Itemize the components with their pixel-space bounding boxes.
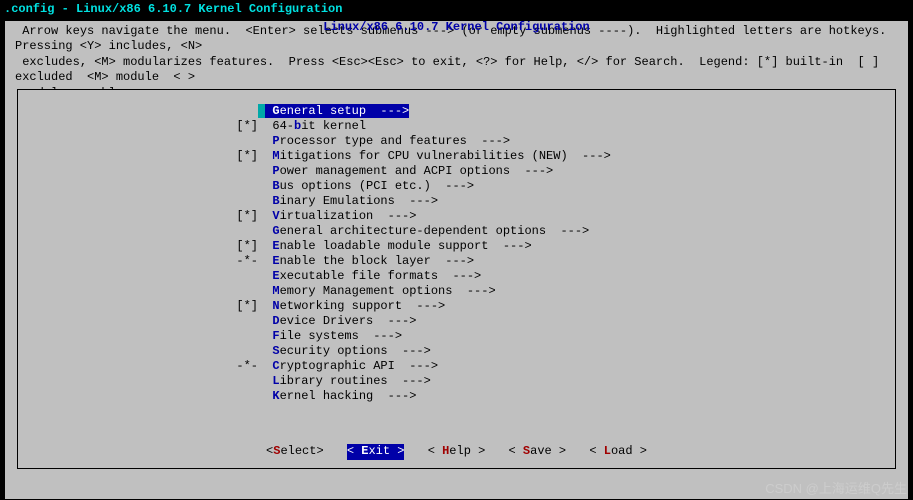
menu-item-prefix: [*] xyxy=(18,299,258,315)
menu-item-label: Cryptographic API ---> xyxy=(265,359,438,373)
menu-item-prefix xyxy=(18,389,258,405)
menu-item[interactable]: File systems ---> xyxy=(18,329,895,344)
menu-item[interactable]: Kernel hacking ---> xyxy=(18,389,895,404)
menu-item-label: Memory Management options ---> xyxy=(265,284,495,298)
menu-item-label: Executable file formats ---> xyxy=(265,269,481,283)
menu-item-hotkey: M xyxy=(272,284,279,298)
menu-item-hotkey: C xyxy=(272,359,279,373)
menu-item-prefix xyxy=(18,134,258,150)
menu-item-prefix: -*- xyxy=(18,254,258,270)
menu-item[interactable]: Power management and ACPI options ---> xyxy=(18,164,895,179)
menu-item-label: Device Drivers ---> xyxy=(265,314,416,328)
menu-item-label: Enable the block layer ---> xyxy=(265,254,474,268)
menu-list: General setup --->[*] 64-bit kernel Proc… xyxy=(18,90,895,404)
menu-item-label: General setup ---> xyxy=(265,104,409,118)
menu-item-label: 64-bit kernel xyxy=(265,119,366,133)
menu-item-hotkey: D xyxy=(272,314,279,328)
menu-item[interactable]: [*] 64-bit kernel xyxy=(18,119,895,134)
menu-item-hotkey: L xyxy=(272,374,279,388)
menu-item-prefix xyxy=(18,284,258,300)
menu-item-hotkey: E xyxy=(272,254,279,268)
menu-item-hotkey: K xyxy=(272,389,279,403)
menu-item-label: Virtualization ---> xyxy=(265,209,416,223)
menu-item-label: Bus options (PCI etc.) ---> xyxy=(265,179,474,193)
menu-item-prefix xyxy=(18,314,258,330)
menu-item-label: Enable loadable module support ---> xyxy=(265,239,531,253)
save-button[interactable]: < Save > xyxy=(509,444,567,460)
menu-item-prefix: [*] xyxy=(18,119,258,135)
menu-item-prefix xyxy=(18,344,258,360)
menu-item-label: Library routines ---> xyxy=(265,374,431,388)
menu-frame: General setup --->[*] 64-bit kernel Proc… xyxy=(17,89,896,469)
menu-item[interactable]: -*- Enable the block layer ---> xyxy=(18,254,895,269)
menu-item[interactable]: [*] Mitigations for CPU vulnerabilities … xyxy=(18,149,895,164)
menu-item[interactable]: Bus options (PCI etc.) ---> xyxy=(18,179,895,194)
menu-item-label: Processor type and features ---> xyxy=(265,134,510,148)
menu-item-prefix: [*] xyxy=(18,209,258,225)
menu-item[interactable]: [*] Enable loadable module support ---> xyxy=(18,239,895,254)
select-button[interactable]: <Select> xyxy=(266,444,324,460)
menu-item-hotkey: S xyxy=(272,344,279,358)
menu-item-hotkey: G xyxy=(272,224,279,238)
menu-item-label: General architecture-dependent options -… xyxy=(265,224,589,238)
menu-item-hotkey: E xyxy=(272,269,279,283)
menu-item-hotkey: E xyxy=(272,239,279,253)
menu-item[interactable]: Processor type and features ---> xyxy=(18,134,895,149)
menu-item[interactable]: [*] Virtualization ---> xyxy=(18,209,895,224)
menu-item-prefix xyxy=(18,329,258,345)
menu-item-hotkey: F xyxy=(272,329,279,343)
menu-item-prefix xyxy=(18,179,258,195)
menu-item-hotkey: P xyxy=(272,134,279,148)
exit-button[interactable]: < Exit > xyxy=(347,444,405,460)
menu-item-prefix xyxy=(18,374,258,390)
menu-item-label: Power management and ACPI options ---> xyxy=(265,164,553,178)
menu-item-hotkey: N xyxy=(272,299,279,313)
menu-item[interactable]: -*- Cryptographic API ---> xyxy=(18,359,895,374)
menu-item-hotkey: P xyxy=(272,164,279,178)
watermark: CSDN @上海运维Q先生 xyxy=(765,481,907,498)
menu-item[interactable]: Binary Emulations ---> xyxy=(18,194,895,209)
outer-frame: Linux/x86 6.10.7 Kernel Configuration Ar… xyxy=(4,20,909,500)
menu-item[interactable]: General architecture-dependent options -… xyxy=(18,224,895,239)
menu-item-hotkey: G xyxy=(272,104,279,118)
menu-item[interactable]: [*] Networking support ---> xyxy=(18,299,895,314)
menu-item-label: Kernel hacking ---> xyxy=(265,389,416,403)
menu-item-hotkey: B xyxy=(272,179,279,193)
menu-item-label: Networking support ---> xyxy=(265,299,445,313)
menu-item[interactable]: Device Drivers ---> xyxy=(18,314,895,329)
menu-item[interactable]: Executable file formats ---> xyxy=(18,269,895,284)
button-bar: <Select> < Exit > < Help > < Save > < Lo… xyxy=(18,444,895,460)
menu-item-hotkey: M xyxy=(272,149,279,163)
menu-item[interactable]: General setup ---> xyxy=(18,104,895,119)
menu-item-label: File systems ---> xyxy=(265,329,402,343)
menu-item-label: Mitigations for CPU vulnerabilities (NEW… xyxy=(265,149,611,163)
menu-item-prefix: -*- xyxy=(18,359,258,375)
menu-item-hotkey: B xyxy=(272,194,279,208)
menu-item-prefix: [*] xyxy=(18,239,258,255)
menu-item-prefix xyxy=(18,164,258,180)
menu-item-prefix xyxy=(18,269,258,285)
menu-item-prefix: [*] xyxy=(18,149,258,165)
menu-item-prefix xyxy=(18,194,258,210)
panel-title: Linux/x86 6.10.7 Kernel Configuration xyxy=(5,20,908,36)
menu-item-prefix xyxy=(18,224,258,240)
window-title: .config - Linux/x86 6.10.7 Kernel Config… xyxy=(0,0,913,20)
menu-item-label: Security options ---> xyxy=(265,344,431,358)
menu-item-prefix xyxy=(18,104,258,120)
menu-item[interactable]: Memory Management options ---> xyxy=(18,284,895,299)
load-button[interactable]: < Load > xyxy=(589,444,647,460)
menu-item-label: Binary Emulations ---> xyxy=(265,194,438,208)
menu-item-hotkey: V xyxy=(272,209,279,223)
menu-item[interactable]: Security options ---> xyxy=(18,344,895,359)
menu-item[interactable]: Library routines ---> xyxy=(18,374,895,389)
help-button[interactable]: < Help > xyxy=(428,444,486,460)
